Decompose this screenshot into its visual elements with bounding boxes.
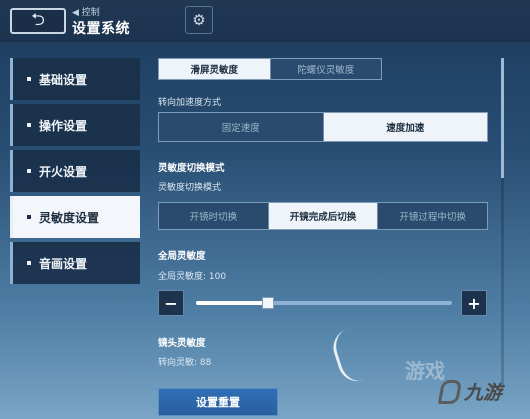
settings-button[interactable]: ⚙ [185, 6, 213, 34]
bullet-icon [27, 123, 31, 127]
slider-fill [196, 301, 268, 305]
sidebar-item-fire[interactable]: 开火设置 [10, 150, 140, 192]
sidebar-item-controls[interactable]: 操作设置 [10, 104, 140, 146]
switch-mode-label: 灵敏度切换模式 [158, 183, 222, 193]
sidebar-item-label: 灵敏度设置 [39, 210, 100, 225]
bullet-icon [27, 215, 31, 219]
sidebar-item-label: 基础设置 [39, 72, 88, 87]
reset-settings-button[interactable]: 设置重置 [158, 388, 278, 416]
switch-mode-title: 灵敏度切换模式 [158, 163, 225, 174]
scrollbar-thumb[interactable] [501, 58, 504, 178]
return-arrow-icon: ⮌ [31, 9, 45, 30]
sidebar-item-label: 音画设置 [39, 256, 88, 271]
decrease-button[interactable]: − [158, 290, 184, 316]
top-bar: ⮌ ◀ 控制 设置系统 ⚙ [0, 0, 530, 42]
sensitivity-tabs: 滑屏灵敏度 陀螺仪灵敏度 [158, 58, 382, 80]
switch-mode-toggle: 开镜时切换 开镜完成后切换 开镜过程中切换 [158, 202, 488, 230]
bullet-icon [27, 261, 31, 265]
gear-icon: ⚙ [192, 11, 206, 29]
turn-accel-toggle: 固定速度 速度加速 [158, 112, 488, 142]
page-title: 设置系统 [72, 21, 130, 37]
option-switch-after-open[interactable]: 开镜完成后切换 [268, 203, 379, 229]
feather-watermark-icon [328, 327, 368, 387]
lens-sensitivity-title: 镜头灵敏度 [158, 338, 206, 349]
bullet-icon [27, 77, 31, 81]
increase-button[interactable]: + [461, 290, 487, 316]
global-sensitivity-value: 全局灵敏度: 100 [158, 272, 227, 282]
sidebar-item-sensitivity[interactable]: 灵敏度设置 [10, 196, 140, 238]
slider-thumb[interactable] [261, 297, 274, 309]
bullet-icon [27, 169, 31, 173]
tab-gyro-sensitivity[interactable]: 陀螺仪灵敏度 [271, 59, 382, 79]
jiuyou-logo-icon [437, 379, 463, 404]
turn-accel-label: 转向加速度方式 [158, 98, 222, 108]
breadcrumb[interactable]: ◀ 控制 [72, 5, 100, 18]
sidebar-item-basic[interactable]: 基础设置 [10, 58, 140, 100]
lens-sensitivity-value: 转向灵敏: 88 [158, 358, 212, 368]
tab-swipe-sensitivity[interactable]: 滑屏灵敏度 [159, 59, 271, 79]
back-button[interactable]: ⮌ [10, 8, 66, 34]
sidebar-item-audio-video[interactable]: 音画设置 [10, 242, 140, 284]
option-fixed-speed[interactable]: 固定速度 [159, 113, 324, 141]
option-speed-accel[interactable]: 速度加速 [323, 113, 487, 141]
option-switch-during-open[interactable]: 开镜过程中切换 [378, 203, 487, 229]
sidebar-item-label: 操作设置 [39, 118, 88, 133]
option-switch-on-open[interactable]: 开镜时切换 [159, 203, 269, 229]
global-sensitivity-title: 全局灵敏度 [158, 251, 206, 262]
jiuyou-watermark: 九游 [437, 378, 503, 405]
faint-watermark-text: 游戏 [405, 359, 445, 383]
sidebar-item-label: 开火设置 [39, 164, 88, 179]
watermark-text: 九游 [464, 382, 503, 404]
